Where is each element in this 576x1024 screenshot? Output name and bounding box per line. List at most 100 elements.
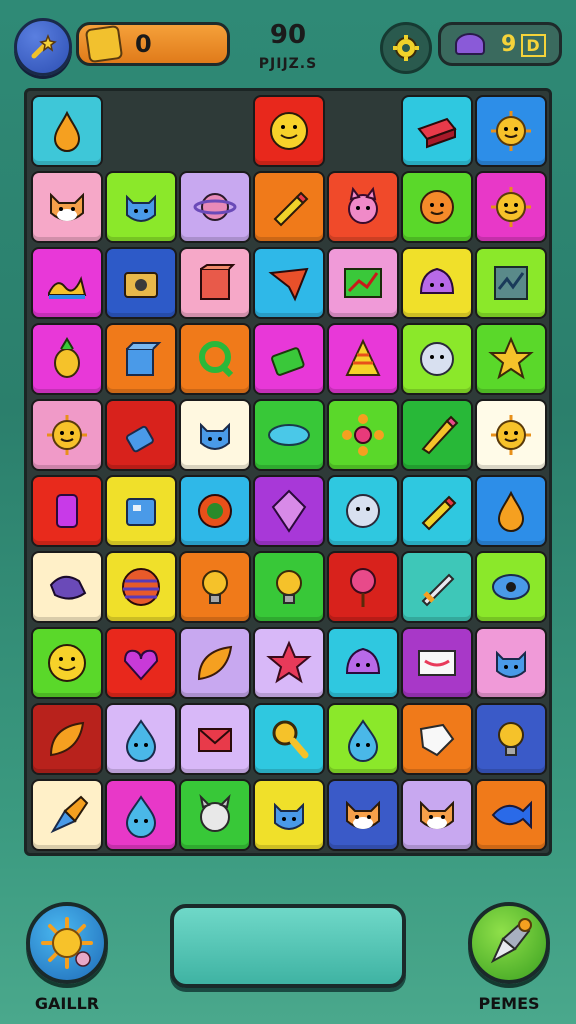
tile-bulb[interactable] bbox=[253, 551, 325, 623]
tile-plane[interactable] bbox=[253, 247, 325, 319]
tile-leaf[interactable] bbox=[179, 627, 251, 699]
tile-drop-face[interactable] bbox=[327, 703, 399, 775]
center-action-panel[interactable] bbox=[170, 904, 406, 988]
moon-icon bbox=[420, 342, 454, 376]
saturn-icon bbox=[268, 424, 310, 446]
moon-icon bbox=[346, 494, 380, 528]
tile-box[interactable] bbox=[179, 247, 251, 319]
leaf-icon bbox=[197, 645, 233, 681]
tile-marker[interactable] bbox=[401, 475, 473, 547]
tile-robot[interactable] bbox=[105, 475, 177, 547]
tile-cat[interactable] bbox=[179, 399, 251, 471]
tile-graph[interactable] bbox=[475, 247, 547, 319]
lives-value: 9D bbox=[501, 32, 546, 57]
tile-tag[interactable] bbox=[401, 703, 473, 775]
tile-tree[interactable] bbox=[327, 551, 399, 623]
plane-icon bbox=[268, 267, 309, 302]
tile-star-face[interactable] bbox=[475, 323, 547, 395]
tile-planet[interactable] bbox=[179, 171, 251, 243]
sun-face-icon bbox=[491, 111, 531, 151]
tile-ball[interactable] bbox=[105, 551, 177, 623]
tile-smiley[interactable] bbox=[253, 95, 325, 167]
tile-eye[interactable] bbox=[475, 551, 547, 623]
tile-cat[interactable] bbox=[105, 171, 177, 243]
battery-icon bbox=[271, 347, 305, 376]
drop-icon bbox=[497, 490, 525, 532]
tile-magnifier[interactable] bbox=[253, 703, 325, 775]
kite-icon bbox=[271, 489, 307, 533]
sun-face-icon bbox=[47, 415, 87, 455]
cat-icon bbox=[200, 422, 230, 450]
tile-sun-face[interactable] bbox=[31, 399, 103, 471]
tile-fish[interactable] bbox=[475, 779, 547, 851]
tile-envelope[interactable] bbox=[179, 703, 251, 775]
sun-face-icon bbox=[491, 187, 531, 227]
tile-orange-face[interactable] bbox=[401, 171, 473, 243]
settings-button[interactable] bbox=[380, 22, 432, 74]
tile-drop[interactable] bbox=[31, 95, 103, 167]
cat-icon bbox=[496, 650, 526, 678]
score-value: 90 bbox=[269, 20, 307, 50]
tile-gear[interactable] bbox=[179, 475, 251, 547]
tile-battery[interactable] bbox=[253, 323, 325, 395]
bird-icon bbox=[49, 575, 87, 600]
tile-devil[interactable] bbox=[327, 171, 399, 243]
tile-fox[interactable] bbox=[327, 779, 399, 851]
tile-sun-face[interactable] bbox=[475, 399, 547, 471]
tile-fox[interactable] bbox=[31, 171, 103, 243]
menu-button[interactable] bbox=[14, 18, 72, 76]
tile-plug[interactable] bbox=[105, 399, 177, 471]
tile-fox[interactable] bbox=[401, 779, 473, 851]
tile-chart[interactable] bbox=[327, 247, 399, 319]
tile-q[interactable] bbox=[179, 323, 251, 395]
tile-moon[interactable] bbox=[327, 475, 399, 547]
tile-moon[interactable] bbox=[401, 323, 473, 395]
tile-flower[interactable] bbox=[327, 399, 399, 471]
chart-icon bbox=[344, 268, 382, 298]
tile-pencil[interactable] bbox=[401, 399, 473, 471]
sword-icon bbox=[421, 573, 455, 607]
tile-marker[interactable] bbox=[253, 171, 325, 243]
tile-mail[interactable] bbox=[401, 627, 473, 699]
marker-icon bbox=[273, 191, 309, 227]
tile-cube[interactable] bbox=[105, 323, 177, 395]
cube-icon bbox=[126, 342, 162, 376]
lives-icon bbox=[455, 33, 485, 55]
cup-icon bbox=[56, 494, 78, 528]
coins-counter: 0 bbox=[76, 22, 230, 66]
tile-bird[interactable] bbox=[31, 551, 103, 623]
tile-kite[interactable] bbox=[253, 475, 325, 547]
tile-goat[interactable] bbox=[179, 779, 251, 851]
tile-drop[interactable] bbox=[475, 475, 547, 547]
tile-drop-face[interactable] bbox=[105, 703, 177, 775]
tile-star[interactable] bbox=[253, 627, 325, 699]
tile-sword[interactable] bbox=[401, 551, 473, 623]
tile-leaf[interactable] bbox=[31, 703, 103, 775]
tile-drop-face[interactable] bbox=[105, 779, 177, 851]
tile-heart[interactable] bbox=[105, 627, 177, 699]
tile-cup[interactable] bbox=[31, 475, 103, 547]
tile-sun-face[interactable] bbox=[475, 95, 547, 167]
envelope-icon bbox=[198, 728, 232, 752]
games-button[interactable] bbox=[468, 902, 550, 984]
tile-bulb[interactable] bbox=[179, 551, 251, 623]
tile-bulb[interactable] bbox=[475, 703, 547, 775]
coin-box-icon bbox=[84, 24, 124, 64]
tile-camera[interactable] bbox=[105, 247, 177, 319]
leaf-icon bbox=[49, 721, 85, 757]
tile-pen[interactable] bbox=[31, 779, 103, 851]
tile-wave[interactable] bbox=[31, 247, 103, 319]
tile-eraser[interactable] bbox=[401, 95, 473, 167]
planet-icon bbox=[193, 193, 237, 221]
tile-pineapple[interactable] bbox=[31, 323, 103, 395]
tile-saturn[interactable] bbox=[253, 399, 325, 471]
tile-cone[interactable] bbox=[327, 323, 399, 395]
tile-sun-face[interactable] bbox=[475, 171, 547, 243]
tile-smiley[interactable] bbox=[31, 627, 103, 699]
gallery-button[interactable] bbox=[26, 902, 108, 984]
tile-blob[interactable] bbox=[327, 627, 399, 699]
smiley-icon bbox=[270, 112, 308, 150]
tile-blob[interactable] bbox=[401, 247, 473, 319]
tile-cat[interactable] bbox=[253, 779, 325, 851]
tile-cat[interactable] bbox=[475, 627, 547, 699]
